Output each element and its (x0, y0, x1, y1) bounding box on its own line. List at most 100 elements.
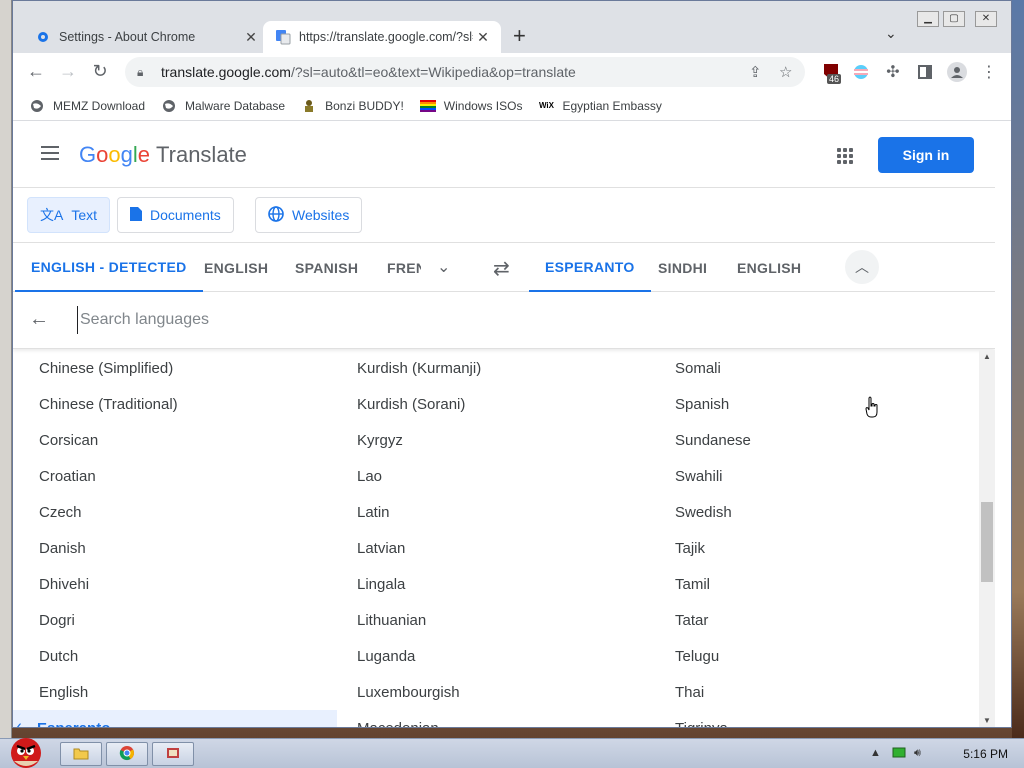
language-option[interactable]: Latvian (319, 530, 655, 566)
star-icon[interactable]: ☆ (779, 63, 792, 81)
app-icon (165, 745, 181, 764)
bookmark-egyptian-embassy[interactable]: WiX Egyptian Embassy (538, 98, 662, 114)
taskbar-app-button[interactable] (152, 742, 194, 766)
side-panel-icon[interactable] (915, 62, 935, 82)
language-option[interactable]: Chinese (Traditional) (13, 386, 337, 422)
bookmark-bonzi[interactable]: Bonzi BUDDY! (301, 98, 404, 114)
network-icon[interactable] (892, 747, 906, 762)
language-list-scrollbar[interactable]: ▲ ▼ (979, 350, 995, 727)
back-arrow-icon[interactable]: ← (29, 308, 49, 331)
language-option[interactable]: Tatar (637, 602, 973, 638)
address-bar[interactable]: 🔒︎ translate.google.com/?sl=auto&tl=eo&t… (125, 57, 805, 87)
chevron-up-icon[interactable]: ︿ (845, 250, 879, 284)
language-option[interactable]: Somali (637, 350, 973, 386)
language-option[interactable]: Tajik (637, 530, 973, 566)
chevron-down-icon[interactable]: ⌄ (885, 25, 897, 42)
reload-icon[interactable]: ↻ (89, 61, 111, 82)
forward-icon[interactable]: → (57, 61, 79, 82)
puzzle-icon[interactable]: ✣ (883, 62, 903, 82)
swap-languages-icon[interactable]: ⇄ (493, 256, 510, 281)
back-icon[interactable]: ← (25, 61, 47, 82)
language-option[interactable]: Spanish (637, 386, 973, 422)
mode-text-button[interactable]: 文A Text (27, 197, 111, 233)
language-option[interactable]: Lao (319, 458, 655, 494)
url-host: translate.google.com (161, 64, 291, 80)
tab-title: https://translate.google.com/?sl= (299, 30, 473, 44)
language-option[interactable]: Dogri (13, 602, 337, 638)
tab-settings[interactable]: Settings - About Chrome ✕ (21, 21, 269, 53)
hamburger-menu-icon[interactable] (41, 146, 59, 160)
close-icon[interactable]: ✕ (241, 29, 261, 46)
language-option[interactable]: Chinese (Simplified) (13, 350, 337, 386)
language-option[interactable]: Kurdish (Kurmanji) (319, 350, 655, 386)
source-lang-spanish[interactable]: SPANISH (295, 243, 358, 292)
language-option[interactable]: Lithuanian (319, 602, 655, 638)
logo-letter: o (108, 142, 121, 167)
language-option-label: Tajik (675, 539, 706, 557)
close-icon[interactable]: ✕ (473, 29, 493, 46)
language-option[interactable]: Latin (319, 494, 655, 530)
url-path: /?sl=auto&tl=eo&text=Wikipedia&op=transl… (290, 64, 576, 80)
language-option[interactable]: Swedish (637, 494, 973, 530)
clock[interactable]: 5:16 PM (963, 747, 1008, 761)
language-option[interactable]: Kurdish (Sorani) (319, 386, 655, 422)
extension-ublock-icon[interactable]: 46 (821, 62, 842, 84)
source-lang-french[interactable]: FREN (387, 243, 421, 292)
extension-flag-icon[interactable] (851, 62, 871, 82)
source-lang-detected[interactable]: ENGLISH - DETECTED (15, 243, 203, 292)
language-option[interactable]: Tamil (637, 566, 973, 602)
target-lang-english[interactable]: ENGLISH (737, 243, 801, 292)
target-lang-sindhi[interactable]: SINDHI (658, 243, 707, 292)
language-option[interactable]: English (13, 674, 337, 710)
scrollbar-thumb[interactable] (981, 502, 993, 582)
tray-expand-icon[interactable]: ▲ (870, 747, 881, 759)
bookmark-malware-database[interactable]: Malware Database (161, 98, 285, 114)
language-option[interactable]: Dutch (13, 638, 337, 674)
share-icon[interactable]: ⇪ (749, 63, 762, 81)
start-button[interactable] (0, 731, 52, 768)
language-option[interactable]: Tigrinya (637, 710, 973, 728)
language-option[interactable]: Telugu (637, 638, 973, 674)
bonzi-icon (301, 98, 317, 114)
language-option[interactable]: Dhivehi (13, 566, 337, 602)
scroll-up-arrow[interactable]: ▲ (979, 352, 995, 361)
taskbar-chrome-button[interactable] (106, 742, 148, 766)
language-option[interactable]: Lingala (319, 566, 655, 602)
language-option-label: Chinese (Traditional) (39, 395, 178, 413)
language-option[interactable]: Luganda (319, 638, 655, 674)
language-option[interactable]: Sundanese (637, 422, 973, 458)
volume-icon[interactable]: 🔊︎ (914, 747, 921, 760)
taskbar-explorer-button[interactable] (60, 742, 102, 766)
language-option[interactable]: Corsican (13, 422, 337, 458)
bookmark-memz[interactable]: MEMZ Download (29, 98, 145, 114)
language-option[interactable]: Czech (13, 494, 337, 530)
language-option[interactable]: Swahili (637, 458, 973, 494)
scroll-down-arrow[interactable]: ▼ (979, 716, 995, 725)
translate-icon: 文A (40, 207, 64, 223)
language-option[interactable]: Macedonian (319, 710, 655, 728)
bookmark-windows-isos[interactable]: Windows ISOs (419, 98, 522, 114)
google-translate-logo[interactable]: Google Translate (79, 142, 247, 168)
hand-cursor-icon (865, 396, 878, 418)
language-option[interactable]: Kyrgyz (319, 422, 655, 458)
maximize-button[interactable]: ▢ (943, 11, 965, 27)
language-option[interactable]: Luxembourgish (319, 674, 655, 710)
apps-grid-icon[interactable] (837, 148, 853, 164)
mode-websites-button[interactable]: Websites (255, 197, 363, 233)
sign-in-button[interactable]: Sign in (878, 137, 974, 173)
mode-documents-button[interactable]: Documents (117, 197, 234, 233)
new-tab-button[interactable]: + (513, 23, 526, 49)
search-languages-input[interactable] (77, 306, 677, 334)
minimize-button[interactable]: ▁ (917, 11, 939, 27)
kebab-menu-icon[interactable]: ⋮ (979, 62, 999, 82)
chevron-down-icon[interactable]: ⌄ (437, 257, 450, 277)
language-option[interactable]: Croatian (13, 458, 337, 494)
language-option[interactable]: Thai (637, 674, 973, 710)
profile-avatar-icon[interactable] (947, 62, 967, 82)
source-lang-english[interactable]: ENGLISH (204, 243, 268, 292)
language-option[interactable]: ✓Esperanto (13, 710, 337, 727)
close-window-button[interactable]: ✕ (975, 11, 997, 27)
tab-translate[interactable]: https://translate.google.com/?sl= ✕ (263, 21, 501, 53)
target-lang-esperanto[interactable]: ESPERANTO (529, 243, 651, 292)
language-option[interactable]: Danish (13, 530, 337, 566)
